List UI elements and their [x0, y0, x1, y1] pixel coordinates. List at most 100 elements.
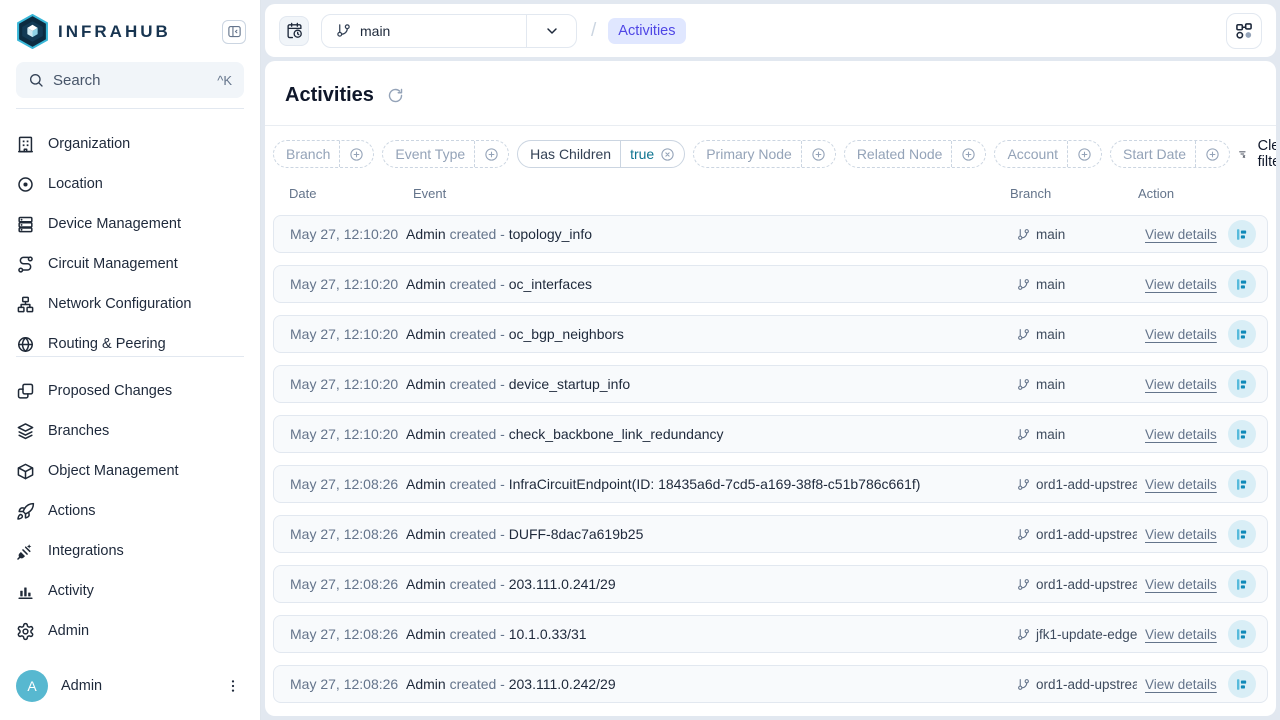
sidebar-item-routing-peering[interactable]: Routing & Peering	[0, 324, 260, 356]
view-details-link[interactable]: View details	[1145, 477, 1217, 492]
refresh-button[interactable]	[387, 87, 404, 104]
related-node-tree-button[interactable]	[1228, 520, 1256, 548]
table-row[interactable]: May 27, 12:08:26 Admin created - 203.111…	[273, 565, 1268, 603]
sidebar-item-branches[interactable]: Branches	[0, 411, 260, 451]
view-details-link[interactable]: View details	[1145, 227, 1217, 242]
add-filter-button[interactable]	[340, 141, 373, 167]
breadcrumb-activities[interactable]: Activities	[608, 18, 685, 44]
user-kebab-menu-button[interactable]	[222, 675, 244, 697]
schema-visualizer-button[interactable]	[1226, 13, 1262, 49]
event-object-link[interactable]: device_startup_info	[509, 376, 630, 392]
event-object-link[interactable]: oc_interfaces	[509, 276, 592, 292]
filter-chip-branch[interactable]: Branch	[273, 140, 374, 168]
table-row[interactable]: May 27, 12:08:26 Admin created - DUFF-8d…	[273, 515, 1268, 553]
related-node-tree-button[interactable]	[1228, 320, 1256, 348]
user-menu[interactable]: A Admin	[0, 656, 260, 720]
filter-chip-has-children[interactable]: Has Children true	[517, 140, 685, 168]
event-description: Admin created - 203.111.0.242/29	[398, 676, 1009, 692]
tree-icon	[1234, 477, 1249, 492]
event-object-link[interactable]: DUFF-8dac7a619b25	[509, 526, 644, 542]
event-object-link[interactable]: check_backbone_link_redundancy	[509, 426, 724, 442]
table-row[interactable]: May 27, 12:08:26 Admin created - 203.111…	[273, 665, 1268, 703]
sidebar-item-label: Organization	[48, 136, 130, 152]
branch-selector-caret[interactable]	[526, 15, 576, 47]
related-node-tree-button[interactable]	[1228, 270, 1256, 298]
filter-label: Event Type	[383, 141, 475, 167]
related-node-tree-button[interactable]	[1228, 420, 1256, 448]
view-details-link[interactable]: View details	[1145, 327, 1217, 342]
event-description: Admin created - InfraCircuitEndpoint(ID:…	[398, 476, 1009, 492]
sidebar-item-organization[interactable]: Organization	[0, 124, 260, 164]
table-row[interactable]: May 27, 12:08:26 Admin created - InfraCi…	[273, 465, 1268, 503]
view-details-link[interactable]: View details	[1145, 627, 1217, 642]
filter-label: Has Children	[518, 141, 621, 167]
table-row[interactable]: May 27, 12:10:20 Admin created - device_…	[273, 365, 1268, 403]
event-action-text: created -	[450, 576, 509, 592]
x-circle-icon[interactable]	[660, 147, 675, 162]
filter-chip-start-date[interactable]: Start Date	[1110, 140, 1230, 168]
sidebar-item-circuit-management[interactable]: Circuit Management	[0, 244, 260, 284]
rocket-icon	[16, 502, 35, 521]
branch-selector[interactable]: main	[321, 14, 577, 48]
event-object-link[interactable]: 203.111.0.241/29	[509, 576, 616, 592]
filter-chip-related-node[interactable]: Related Node	[844, 140, 987, 168]
related-node-tree-button[interactable]	[1228, 570, 1256, 598]
sidebar-item-integrations[interactable]: Integrations	[0, 531, 260, 571]
branch-selector-value[interactable]: main	[322, 15, 526, 47]
clear-filters-button[interactable]: Clear filters	[1238, 138, 1276, 170]
column-header-branch: Branch	[1002, 186, 1130, 201]
view-details-link[interactable]: View details	[1145, 427, 1217, 442]
event-user: Admin	[406, 276, 446, 292]
globe-icon	[16, 335, 35, 354]
add-filter-button[interactable]	[475, 141, 508, 167]
git-branch-icon	[1017, 478, 1030, 491]
view-details-link[interactable]: View details	[1145, 377, 1217, 392]
search-input[interactable]: Search ^K	[16, 62, 244, 98]
event-description: Admin created - device_startup_info	[398, 376, 1009, 392]
sidebar: INFRAHUB Search ^K Organization Location	[0, 0, 261, 720]
sidebar-item-device-management[interactable]: Device Management	[0, 204, 260, 244]
add-filter-button[interactable]	[1068, 141, 1101, 167]
related-node-tree-button[interactable]	[1228, 470, 1256, 498]
sidebar-item-object-management[interactable]: Object Management	[0, 451, 260, 491]
related-node-tree-button[interactable]	[1228, 670, 1256, 698]
sidebar-item-location[interactable]: Location	[0, 164, 260, 204]
event-user: Admin	[406, 576, 446, 592]
sidebar-item-admin[interactable]: Admin	[0, 611, 260, 651]
table-row[interactable]: May 27, 12:08:26 Admin created - 10.1.0.…	[273, 615, 1268, 653]
event-object-link[interactable]: 203.111.0.242/29	[509, 676, 616, 692]
event-object-link[interactable]: oc_bgp_neighbors	[509, 326, 624, 342]
calendar-clock-icon	[286, 22, 303, 39]
collapse-sidebar-button[interactable]	[222, 20, 246, 44]
event-action-text: created -	[450, 326, 509, 342]
table-row[interactable]: May 27, 12:10:20 Admin created - oc_inte…	[273, 265, 1268, 303]
filter-chip-event-type[interactable]: Event Type	[382, 140, 509, 168]
tree-icon	[1234, 277, 1249, 292]
filter-chip-primary-node[interactable]: Primary Node	[693, 140, 836, 168]
view-details-link[interactable]: View details	[1145, 577, 1217, 592]
event-object-link[interactable]: topology_info	[509, 226, 592, 242]
related-node-tree-button[interactable]	[1228, 620, 1256, 648]
location-icon	[16, 175, 35, 194]
sidebar-item-network-configuration[interactable]: Network Configuration	[0, 284, 260, 324]
table-row[interactable]: May 27, 12:10:20 Admin created - oc_bgp_…	[273, 315, 1268, 353]
view-details-link[interactable]: View details	[1145, 677, 1217, 692]
table-row[interactable]: May 27, 12:10:20 Admin created - check_b…	[273, 415, 1268, 453]
related-node-tree-button[interactable]	[1228, 370, 1256, 398]
add-filter-button[interactable]	[952, 141, 985, 167]
table-row[interactable]: May 27, 12:10:20 Admin created - topolog…	[273, 215, 1268, 253]
filter-chip-account[interactable]: Account	[994, 140, 1102, 168]
git-branch-icon	[1017, 578, 1030, 591]
add-filter-button[interactable]	[1196, 141, 1229, 167]
sidebar-item-proposed-changes[interactable]: Proposed Changes	[0, 371, 260, 411]
event-object-link[interactable]: 10.1.0.33/31	[509, 626, 587, 642]
gear-icon	[16, 622, 35, 641]
event-object-link[interactable]: InfraCircuitEndpoint(ID: 18435a6d-7cd5-a…	[509, 476, 921, 492]
sidebar-item-actions[interactable]: Actions	[0, 491, 260, 531]
view-details-link[interactable]: View details	[1145, 527, 1217, 542]
add-filter-button[interactable]	[802, 141, 835, 167]
time-travel-button[interactable]	[279, 16, 309, 46]
sidebar-item-activity[interactable]: Activity	[0, 571, 260, 611]
view-details-link[interactable]: View details	[1145, 277, 1217, 292]
related-node-tree-button[interactable]	[1228, 220, 1256, 248]
